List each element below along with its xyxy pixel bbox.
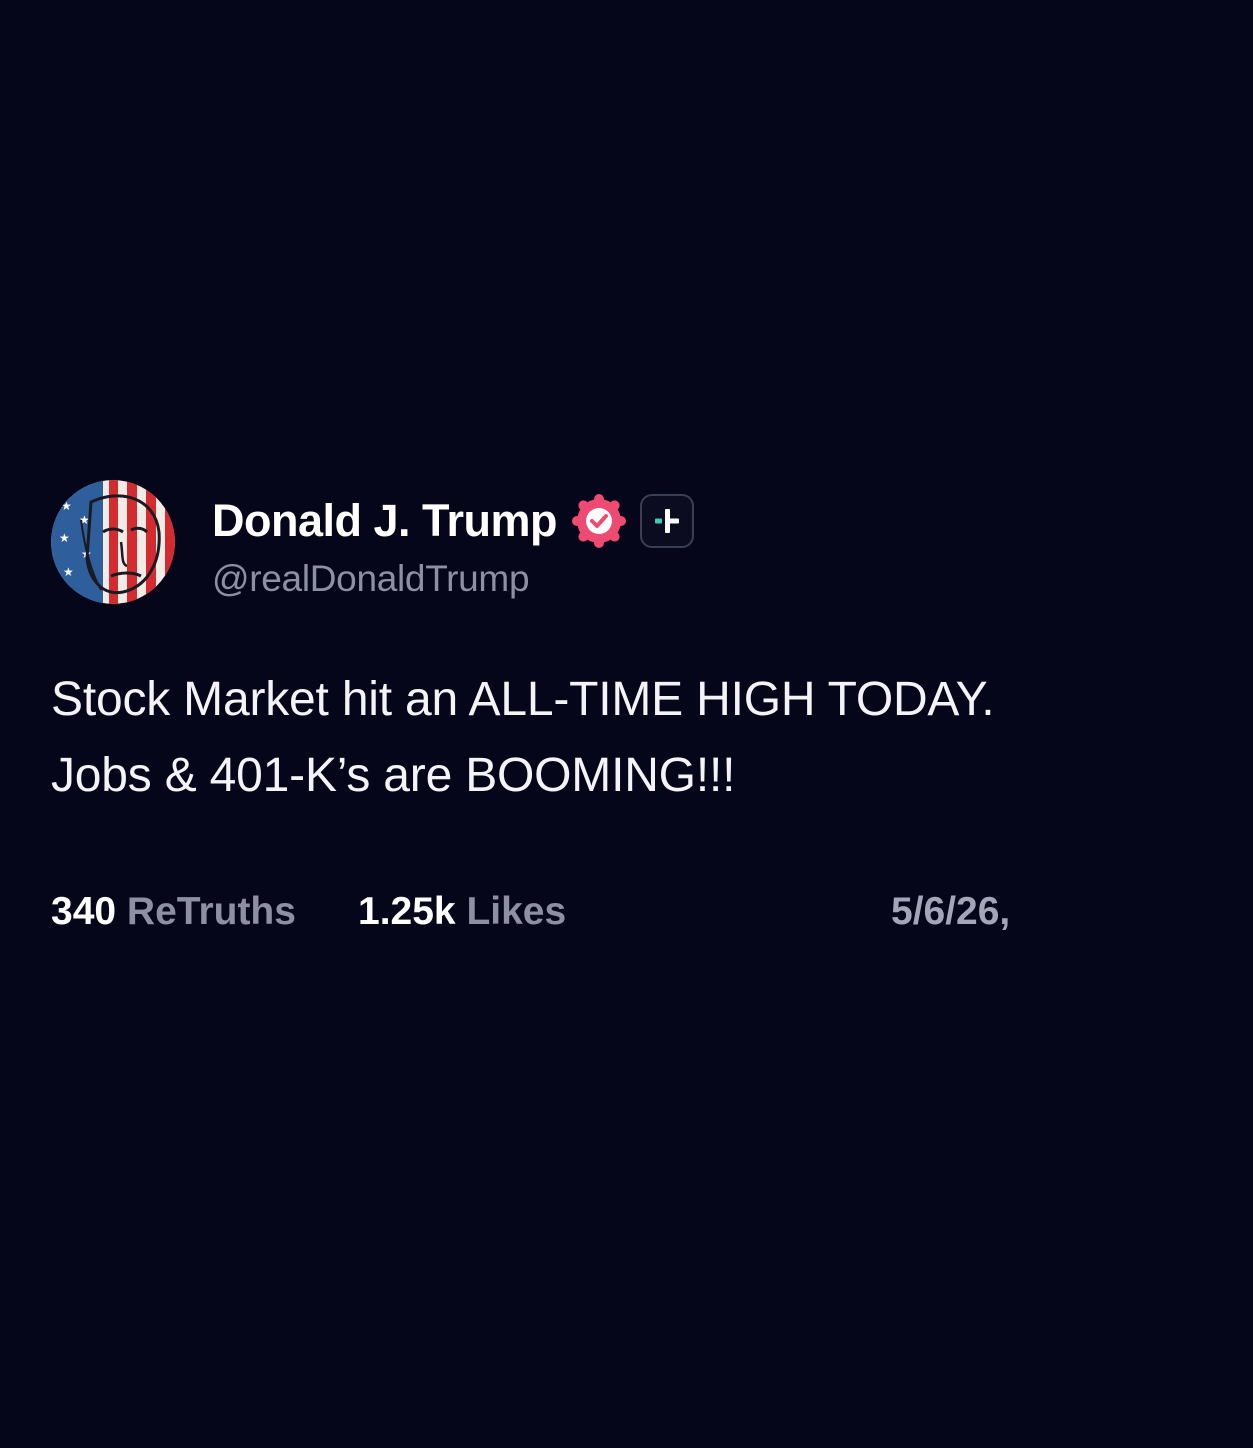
likes-stat[interactable]: 1.25k Likes [358,890,566,934]
post-stats: 340 ReTruths 1.25k Likes 5/6/26, [51,890,1201,940]
svg-text:★: ★ [61,499,72,513]
post-timestamp: 5/6/26, [891,890,1011,933]
likes-label: Likes [466,890,567,933]
post-content: Stock Market hit an ALL-TIME HIGH TODAY.… [51,662,1201,814]
post-text-line-1: Stock Market hit an ALL-TIME HIGH TODAY. [51,673,995,726]
post-text-line-2: Jobs & 401-K’s are BOOMING!!! [51,749,736,802]
flag-face-avatar-image: ★ ★ ★ ★ ★ [51,480,175,604]
verified-check-badge-icon [571,493,627,549]
svg-text:★: ★ [59,531,70,545]
plus-subscription-badge-icon [640,494,695,548]
post-card: ★ ★ ★ ★ ★ Donald J. Trump @realDonaldTru… [51,480,1201,940]
author-handle[interactable]: @realDonaldTrump [212,558,694,600]
likes-count: 1.25k [358,890,456,933]
post-header: ★ ★ ★ ★ ★ Donald J. Trump @realDonaldTru… [51,480,1201,604]
svg-text:★: ★ [63,565,74,579]
retruths-count: 340 [51,890,117,933]
retruths-label: ReTruths [126,890,296,933]
retruths-stat[interactable]: 340 ReTruths [51,890,296,934]
author-name-row: Donald J. Trump [212,493,695,549]
avatar[interactable]: ★ ★ ★ ★ ★ [51,480,175,604]
author-identity: Donald J. Trump @realDonaldTrump [212,480,695,600]
author-display-name[interactable]: Donald J. Trump [212,495,558,547]
